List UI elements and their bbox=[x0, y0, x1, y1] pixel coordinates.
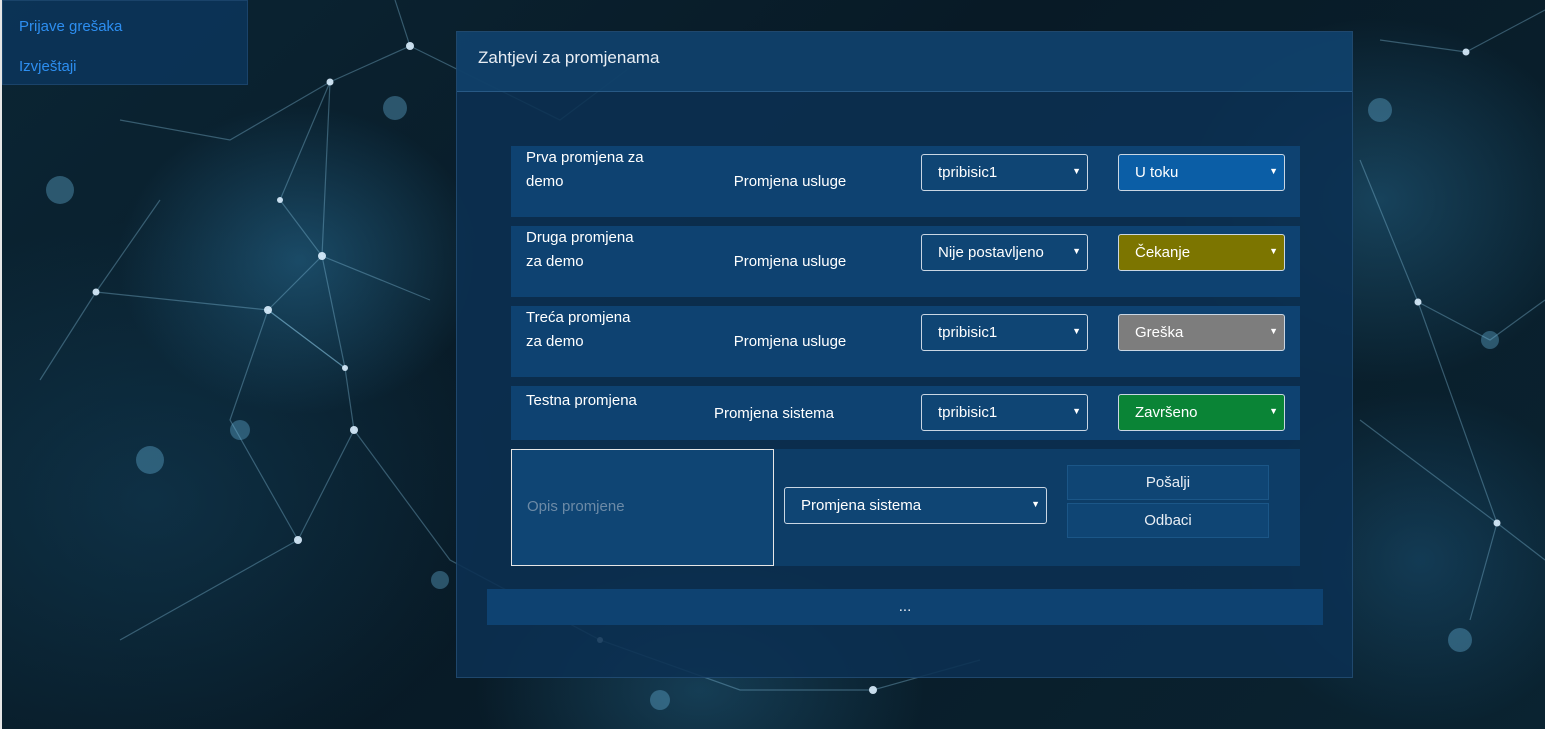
description-input[interactable]: Opis promjene bbox=[511, 449, 774, 566]
caret-down-icon: ▼ bbox=[1269, 326, 1278, 336]
status-select[interactable]: Završeno ▼ bbox=[1118, 394, 1285, 431]
assignee-select[interactable]: tpribisic1 ▼ bbox=[921, 394, 1088, 431]
status-select[interactable]: U toku ▼ bbox=[1118, 154, 1285, 191]
load-more-button[interactable]: ... bbox=[487, 589, 1323, 625]
caret-down-icon: ▼ bbox=[1269, 406, 1278, 416]
request-name: Druga promjena za demo bbox=[526, 229, 634, 270]
status-select[interactable]: Čekanje ▼ bbox=[1118, 234, 1285, 271]
caret-down-icon: ▼ bbox=[1072, 246, 1081, 256]
request-row: Prva promjena za demo Promjena usluge tp… bbox=[511, 146, 1300, 217]
new-request-form: Opis promjene Promjena sistema ▼ Pošalji… bbox=[511, 449, 1300, 566]
status-value: Greška bbox=[1135, 324, 1184, 341]
change-requests-panel: Zahtjevi za promjenama Prva promjena za … bbox=[456, 31, 1353, 678]
request-row: Druga promjena za demo Promjena usluge N… bbox=[511, 226, 1300, 297]
request-type: Promjena usluge bbox=[733, 173, 847, 190]
nav-link-bug-reports[interactable]: Prijave grešaka bbox=[19, 18, 122, 35]
request-row: Testna promjena Promjena sistema tpribis… bbox=[511, 386, 1300, 440]
panel-header: Zahtjevi za promjenama bbox=[457, 32, 1352, 92]
status-value: U toku bbox=[1135, 164, 1179, 181]
assignee-select[interactable]: tpribisic1 ▼ bbox=[921, 314, 1088, 351]
status-value: Završeno bbox=[1135, 404, 1198, 421]
request-name: Prva promjena za demo bbox=[526, 149, 644, 190]
assignee-value: tpribisic1 bbox=[938, 404, 998, 421]
side-navigation: Prijave grešaka Izvještaji bbox=[2, 0, 248, 85]
change-type-value: Promjena sistema bbox=[801, 497, 922, 514]
assignee-select[interactable]: Nije postavljeno ▼ bbox=[921, 234, 1088, 271]
assignee-value: tpribisic1 bbox=[938, 164, 998, 181]
request-type: Promjena usluge bbox=[733, 253, 847, 270]
request-type: Promjena sistema bbox=[713, 405, 835, 422]
change-type-select[interactable]: Promjena sistema ▼ bbox=[784, 487, 1047, 524]
caret-down-icon: ▼ bbox=[1269, 166, 1278, 176]
status-value: Čekanje bbox=[1135, 244, 1191, 261]
discard-button[interactable]: Odbaci bbox=[1067, 503, 1269, 538]
description-placeholder: Opis promjene bbox=[527, 498, 625, 515]
assignee-value: Nije postavljeno bbox=[938, 244, 1044, 261]
send-button[interactable]: Pošalji bbox=[1067, 465, 1269, 500]
caret-down-icon: ▼ bbox=[1072, 406, 1081, 416]
request-name: Testna promjena bbox=[526, 392, 637, 409]
status-select[interactable]: Greška ▼ bbox=[1118, 314, 1285, 351]
request-name: Treća promjena za demo bbox=[526, 309, 631, 350]
caret-down-icon: ▼ bbox=[1269, 246, 1278, 256]
nav-link-reports[interactable]: Izvještaji bbox=[19, 58, 77, 75]
window-edge bbox=[0, 0, 2, 729]
caret-down-icon: ▼ bbox=[1072, 326, 1081, 336]
assignee-select[interactable]: tpribisic1 ▼ bbox=[921, 154, 1088, 191]
request-type: Promjena usluge bbox=[733, 333, 847, 350]
caret-down-icon: ▼ bbox=[1072, 166, 1081, 176]
caret-down-icon: ▼ bbox=[1031, 499, 1040, 509]
assignee-value: tpribisic1 bbox=[938, 324, 998, 341]
request-row: Treća promjena za demo Promjena usluge t… bbox=[511, 306, 1300, 377]
page-title: Zahtjevi za promjenama bbox=[478, 48, 660, 67]
